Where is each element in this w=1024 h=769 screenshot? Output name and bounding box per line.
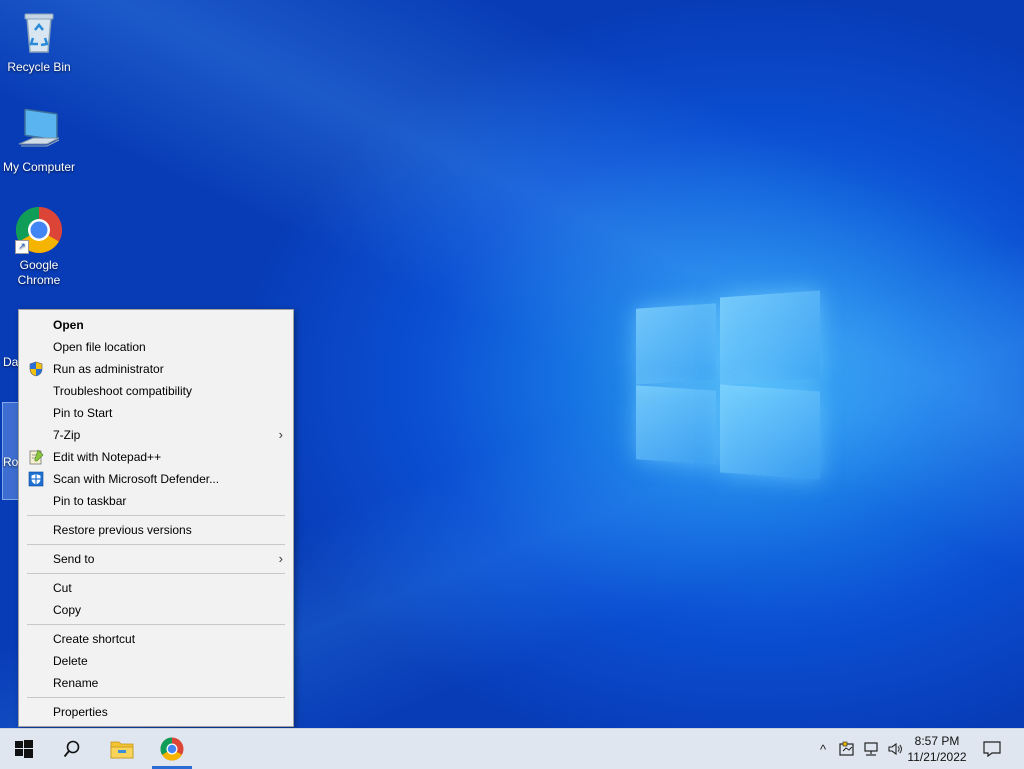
menu-separator xyxy=(27,697,285,698)
recycle-bin-label: Recycle Bin xyxy=(7,60,71,74)
taskbar: ^ 8:57 PM 11/21/2022 xyxy=(0,728,1024,769)
taskbar-clock[interactable]: 8:57 PM 11/21/2022 xyxy=(906,733,968,765)
menu-item-copy[interactable]: Copy xyxy=(19,599,293,621)
my-computer-label: My Computer xyxy=(2,160,76,174)
menu-item-cut[interactable]: Cut xyxy=(19,577,293,599)
shortcut-arrow-icon: ↗ xyxy=(15,240,29,254)
menu-item-send-to[interactable]: Send to › xyxy=(19,548,293,570)
file-explorer-button[interactable] xyxy=(98,729,146,769)
chevron-up-icon: ^ xyxy=(819,741,827,757)
context-menu: Open Open file location Run as administr… xyxy=(18,309,294,727)
computer-icon xyxy=(15,108,63,156)
menu-item-pin-to-taskbar[interactable]: Pin to taskbar xyxy=(19,490,293,512)
notification-icon xyxy=(983,741,1001,757)
menu-item-delete[interactable]: Delete xyxy=(19,650,293,672)
windows-start-icon xyxy=(15,740,33,758)
menu-separator xyxy=(27,624,285,625)
desktop-icon-google-chrome[interactable]: ↗ Google Chrome xyxy=(0,206,78,288)
menu-item-pin-to-start[interactable]: Pin to Start xyxy=(19,402,293,424)
windows-logo-wallpaper xyxy=(630,288,830,484)
network-button[interactable] xyxy=(860,729,882,769)
menu-item-open-file-location[interactable]: Open file location xyxy=(19,336,293,358)
menu-separator xyxy=(27,573,285,574)
start-button[interactable] xyxy=(0,729,48,769)
google-chrome-label: Google Chrome xyxy=(17,258,61,287)
desktop-icon-recycle-bin[interactable]: Recycle Bin xyxy=(0,8,78,75)
clock-date: 11/21/2022 xyxy=(907,750,967,764)
desktop-icon-my-computer[interactable]: My Computer xyxy=(0,108,78,175)
menu-item-7zip[interactable]: 7-Zip › xyxy=(19,424,293,446)
tray-app-icon xyxy=(839,741,854,756)
menu-item-properties[interactable]: Properties xyxy=(19,701,293,723)
menu-item-create-shortcut[interactable]: Create shortcut xyxy=(19,628,293,650)
menu-item-run-as-administrator[interactable]: Run as administrator xyxy=(19,358,293,380)
volume-button[interactable] xyxy=(884,729,906,769)
menu-item-edit-with-notepadpp[interactable]: Edit with Notepad++ xyxy=(19,446,293,468)
network-icon xyxy=(864,742,878,756)
menu-item-rename[interactable]: Rename xyxy=(19,672,293,694)
submenu-arrow-icon: › xyxy=(278,427,283,442)
chrome-icon: ↗ xyxy=(15,206,63,254)
partial-desktop-label: Da xyxy=(3,355,19,369)
notepadpp-icon xyxy=(29,449,44,465)
clock-time: 8:57 PM xyxy=(914,734,960,748)
menu-separator xyxy=(27,515,285,516)
defender-icon xyxy=(28,471,44,487)
search-button[interactable] xyxy=(48,729,96,769)
show-hidden-icons-button[interactable]: ^ xyxy=(812,729,834,769)
file-explorer-icon xyxy=(110,741,134,759)
action-center-button[interactable] xyxy=(978,729,1006,769)
menu-separator xyxy=(27,544,285,545)
partial-desktop-label-selected: Ro xyxy=(3,455,19,469)
uac-shield-icon xyxy=(29,361,43,377)
search-icon xyxy=(63,740,80,758)
chrome-taskbar-button[interactable] xyxy=(148,729,196,769)
volume-icon xyxy=(888,742,902,756)
menu-item-open[interactable]: Open xyxy=(19,314,293,336)
menu-item-scan-with-defender[interactable]: Scan with Microsoft Defender... xyxy=(19,468,293,490)
chrome-icon xyxy=(160,737,184,761)
menu-item-restore-previous-versions[interactable]: Restore previous versions xyxy=(19,519,293,541)
submenu-arrow-icon: › xyxy=(278,551,283,566)
menu-item-troubleshoot-compatibility[interactable]: Troubleshoot compatibility xyxy=(19,380,293,402)
tray-network-status-button[interactable] xyxy=(836,729,858,769)
recycle-bin-icon xyxy=(15,8,63,56)
